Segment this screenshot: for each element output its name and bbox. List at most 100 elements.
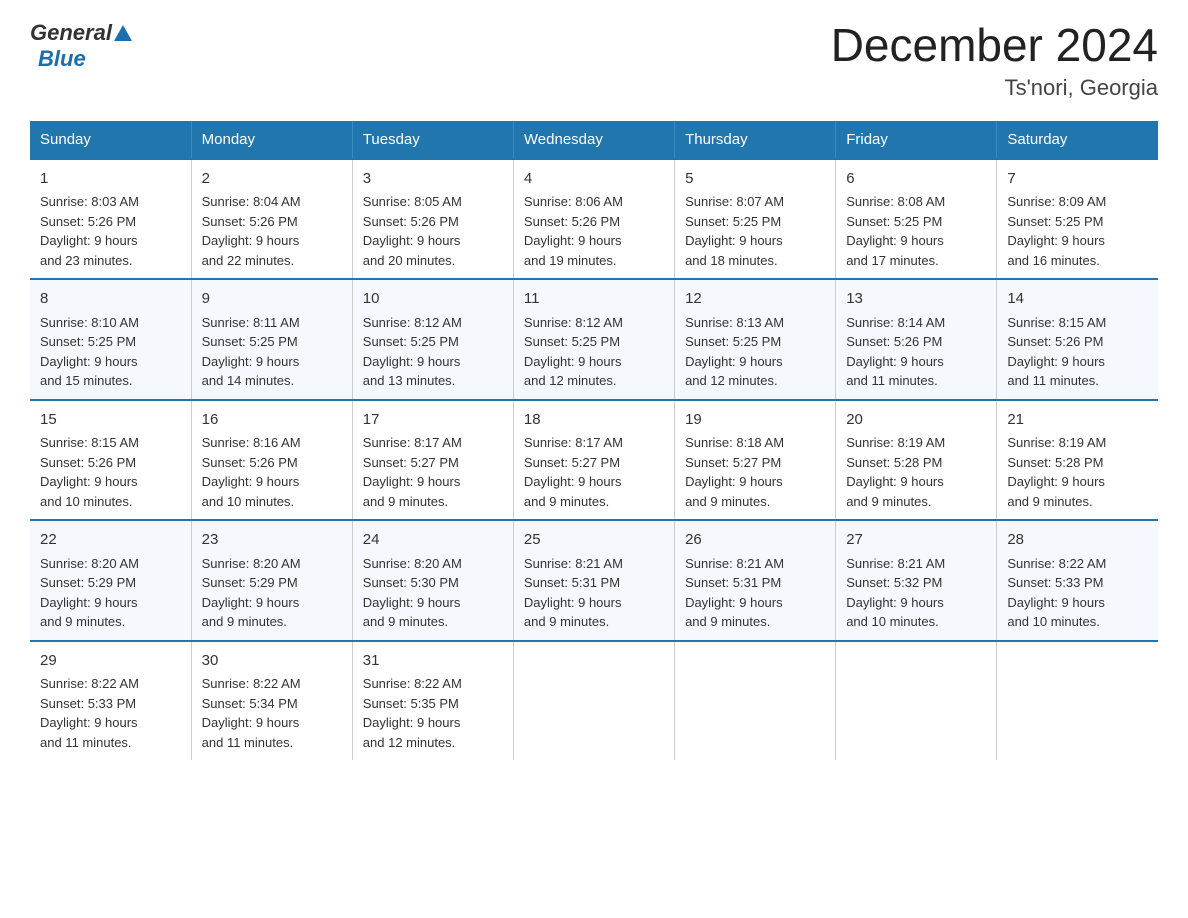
calendar-cell: 5Sunrise: 8:07 AM Sunset: 5:25 PM Daylig… — [675, 159, 836, 280]
day-number: 3 — [363, 168, 503, 191]
calendar-cell: 8Sunrise: 8:10 AM Sunset: 5:25 PM Daylig… — [30, 279, 191, 400]
logo-general-text: General — [30, 20, 112, 46]
calendar-cell: 10Sunrise: 8:12 AM Sunset: 5:25 PM Dayli… — [352, 279, 513, 400]
calendar-cell: 14Sunrise: 8:15 AM Sunset: 5:26 PM Dayli… — [997, 279, 1158, 400]
day-number: 21 — [1007, 409, 1148, 432]
calendar-week-row: 29Sunrise: 8:22 AM Sunset: 5:33 PM Dayli… — [30, 641, 1158, 761]
day-sun-info: Sunrise: 8:05 AM Sunset: 5:26 PM Dayligh… — [363, 192, 503, 270]
day-sun-info: Sunrise: 8:09 AM Sunset: 5:25 PM Dayligh… — [1007, 192, 1148, 270]
day-number: 6 — [846, 168, 986, 191]
day-sun-info: Sunrise: 8:22 AM Sunset: 5:33 PM Dayligh… — [40, 674, 181, 752]
calendar-week-row: 8Sunrise: 8:10 AM Sunset: 5:25 PM Daylig… — [30, 279, 1158, 400]
calendar-cell: 1Sunrise: 8:03 AM Sunset: 5:26 PM Daylig… — [30, 159, 191, 280]
day-sun-info: Sunrise: 8:18 AM Sunset: 5:27 PM Dayligh… — [685, 433, 825, 511]
weekday-header-wednesday: Wednesday — [513, 121, 674, 159]
day-number: 11 — [524, 288, 664, 311]
calendar-cell: 24Sunrise: 8:20 AM Sunset: 5:30 PM Dayli… — [352, 520, 513, 641]
day-sun-info: Sunrise: 8:22 AM Sunset: 5:34 PM Dayligh… — [202, 674, 342, 752]
day-number: 28 — [1007, 529, 1148, 552]
day-sun-info: Sunrise: 8:21 AM Sunset: 5:31 PM Dayligh… — [685, 554, 825, 632]
weekday-header-thursday: Thursday — [675, 121, 836, 159]
day-sun-info: Sunrise: 8:08 AM Sunset: 5:25 PM Dayligh… — [846, 192, 986, 270]
weekday-header-friday: Friday — [836, 121, 997, 159]
logo-triangle-icon — [114, 25, 132, 41]
day-sun-info: Sunrise: 8:17 AM Sunset: 5:27 PM Dayligh… — [363, 433, 503, 511]
calendar-week-row: 1Sunrise: 8:03 AM Sunset: 5:26 PM Daylig… — [30, 159, 1158, 280]
day-sun-info: Sunrise: 8:11 AM Sunset: 5:25 PM Dayligh… — [202, 313, 342, 391]
day-sun-info: Sunrise: 8:06 AM Sunset: 5:26 PM Dayligh… — [524, 192, 664, 270]
day-number: 25 — [524, 529, 664, 552]
day-number: 5 — [685, 168, 825, 191]
day-number: 22 — [40, 529, 181, 552]
calendar-cell: 31Sunrise: 8:22 AM Sunset: 5:35 PM Dayli… — [352, 641, 513, 761]
day-number: 30 — [202, 650, 342, 673]
calendar-cell: 25Sunrise: 8:21 AM Sunset: 5:31 PM Dayli… — [513, 520, 674, 641]
calendar-cell: 19Sunrise: 8:18 AM Sunset: 5:27 PM Dayli… — [675, 400, 836, 521]
calendar-cell: 9Sunrise: 8:11 AM Sunset: 5:25 PM Daylig… — [191, 279, 352, 400]
calendar-month-year: December 2024 — [831, 20, 1158, 71]
day-number: 29 — [40, 650, 181, 673]
day-number: 24 — [363, 529, 503, 552]
day-number: 20 — [846, 409, 986, 432]
calendar-cell: 13Sunrise: 8:14 AM Sunset: 5:26 PM Dayli… — [836, 279, 997, 400]
day-number: 4 — [524, 168, 664, 191]
day-number: 15 — [40, 409, 181, 432]
day-sun-info: Sunrise: 8:13 AM Sunset: 5:25 PM Dayligh… — [685, 313, 825, 391]
logo: General Blue — [30, 20, 132, 72]
day-sun-info: Sunrise: 8:15 AM Sunset: 5:26 PM Dayligh… — [1007, 313, 1148, 391]
day-number: 9 — [202, 288, 342, 311]
calendar-week-row: 22Sunrise: 8:20 AM Sunset: 5:29 PM Dayli… — [30, 520, 1158, 641]
calendar-cell: 12Sunrise: 8:13 AM Sunset: 5:25 PM Dayli… — [675, 279, 836, 400]
day-sun-info: Sunrise: 8:20 AM Sunset: 5:30 PM Dayligh… — [363, 554, 503, 632]
calendar-cell — [836, 641, 997, 761]
day-sun-info: Sunrise: 8:22 AM Sunset: 5:33 PM Dayligh… — [1007, 554, 1148, 632]
day-number: 8 — [40, 288, 181, 311]
day-sun-info: Sunrise: 8:12 AM Sunset: 5:25 PM Dayligh… — [363, 313, 503, 391]
calendar-title-area: December 2024 Ts'nori, Georgia — [831, 20, 1158, 101]
day-sun-info: Sunrise: 8:03 AM Sunset: 5:26 PM Dayligh… — [40, 192, 181, 270]
calendar-cell: 27Sunrise: 8:21 AM Sunset: 5:32 PM Dayli… — [836, 520, 997, 641]
calendar-cell: 17Sunrise: 8:17 AM Sunset: 5:27 PM Dayli… — [352, 400, 513, 521]
day-number: 19 — [685, 409, 825, 432]
day-sun-info: Sunrise: 8:21 AM Sunset: 5:32 PM Dayligh… — [846, 554, 986, 632]
calendar-cell: 3Sunrise: 8:05 AM Sunset: 5:26 PM Daylig… — [352, 159, 513, 280]
weekday-header-monday: Monday — [191, 121, 352, 159]
day-sun-info: Sunrise: 8:16 AM Sunset: 5:26 PM Dayligh… — [202, 433, 342, 511]
calendar-cell: 11Sunrise: 8:12 AM Sunset: 5:25 PM Dayli… — [513, 279, 674, 400]
day-number: 1 — [40, 168, 181, 191]
day-sun-info: Sunrise: 8:14 AM Sunset: 5:26 PM Dayligh… — [846, 313, 986, 391]
calendar-cell: 4Sunrise: 8:06 AM Sunset: 5:26 PM Daylig… — [513, 159, 674, 280]
weekday-header-saturday: Saturday — [997, 121, 1158, 159]
day-number: 12 — [685, 288, 825, 311]
calendar-cell: 30Sunrise: 8:22 AM Sunset: 5:34 PM Dayli… — [191, 641, 352, 761]
day-sun-info: Sunrise: 8:20 AM Sunset: 5:29 PM Dayligh… — [40, 554, 181, 632]
weekday-header-tuesday: Tuesday — [352, 121, 513, 159]
weekday-header-sunday: Sunday — [30, 121, 191, 159]
day-sun-info: Sunrise: 8:04 AM Sunset: 5:26 PM Dayligh… — [202, 192, 342, 270]
day-sun-info: Sunrise: 8:20 AM Sunset: 5:29 PM Dayligh… — [202, 554, 342, 632]
calendar-cell: 2Sunrise: 8:04 AM Sunset: 5:26 PM Daylig… — [191, 159, 352, 280]
day-sun-info: Sunrise: 8:22 AM Sunset: 5:35 PM Dayligh… — [363, 674, 503, 752]
calendar-cell: 23Sunrise: 8:20 AM Sunset: 5:29 PM Dayli… — [191, 520, 352, 641]
calendar-table: SundayMondayTuesdayWednesdayThursdayFrid… — [30, 121, 1158, 761]
calendar-week-row: 15Sunrise: 8:15 AM Sunset: 5:26 PM Dayli… — [30, 400, 1158, 521]
calendar-header: SundayMondayTuesdayWednesdayThursdayFrid… — [30, 121, 1158, 159]
day-number: 16 — [202, 409, 342, 432]
day-number: 7 — [1007, 168, 1148, 191]
day-number: 10 — [363, 288, 503, 311]
weekday-header-row: SundayMondayTuesdayWednesdayThursdayFrid… — [30, 121, 1158, 159]
calendar-cell: 16Sunrise: 8:16 AM Sunset: 5:26 PM Dayli… — [191, 400, 352, 521]
day-number: 2 — [202, 168, 342, 191]
calendar-cell: 22Sunrise: 8:20 AM Sunset: 5:29 PM Dayli… — [30, 520, 191, 641]
day-sun-info: Sunrise: 8:19 AM Sunset: 5:28 PM Dayligh… — [846, 433, 986, 511]
day-number: 26 — [685, 529, 825, 552]
calendar-body: 1Sunrise: 8:03 AM Sunset: 5:26 PM Daylig… — [30, 159, 1158, 761]
day-number: 31 — [363, 650, 503, 673]
calendar-cell: 29Sunrise: 8:22 AM Sunset: 5:33 PM Dayli… — [30, 641, 191, 761]
day-number: 23 — [202, 529, 342, 552]
calendar-cell: 28Sunrise: 8:22 AM Sunset: 5:33 PM Dayli… — [997, 520, 1158, 641]
calendar-cell: 6Sunrise: 8:08 AM Sunset: 5:25 PM Daylig… — [836, 159, 997, 280]
calendar-location: Ts'nori, Georgia — [831, 75, 1158, 101]
day-number: 27 — [846, 529, 986, 552]
calendar-cell: 15Sunrise: 8:15 AM Sunset: 5:26 PM Dayli… — [30, 400, 191, 521]
